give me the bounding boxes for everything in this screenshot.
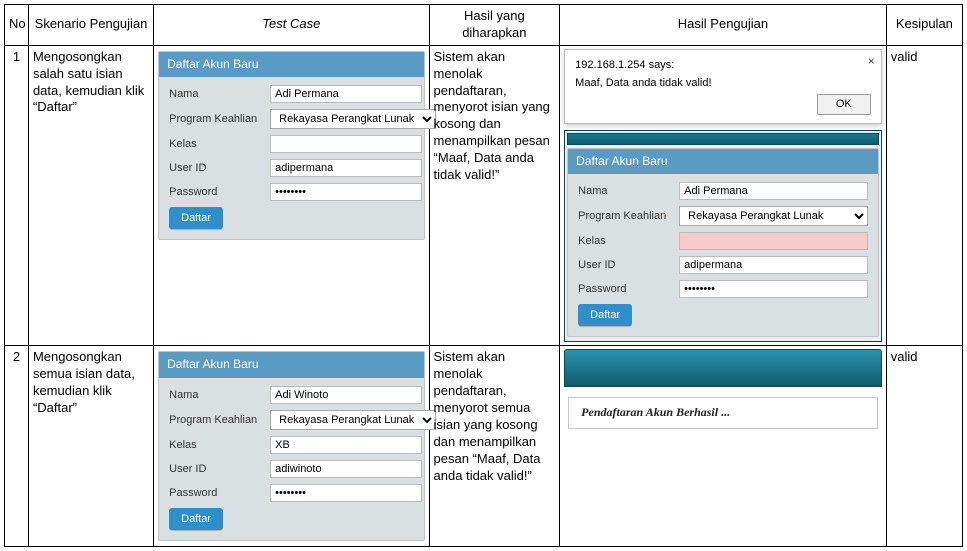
form-title: Daftar Akun Baru (159, 352, 423, 378)
prog-select[interactable]: Rekayasa Perangkat Lunak (679, 206, 868, 226)
password-field[interactable] (270, 484, 422, 502)
label-pwd: Password (578, 282, 673, 296)
cell-skenario: Mengosongkan semua isian data, kemudian … (28, 346, 153, 547)
header-expected: Hasil yang diharapkan (429, 5, 560, 46)
nama-field[interactable] (679, 182, 868, 200)
header-result: Hasil Pengujian (560, 5, 887, 46)
form-card-tc-2: Daftar Akun Baru Nama Program Keahlian R… (158, 351, 424, 541)
form-card-result-1: Daftar Akun Baru Nama Program Keahlian R… (567, 148, 879, 338)
form-title: Daftar Akun Baru (159, 52, 423, 78)
userid-field[interactable] (679, 256, 868, 274)
ok-button[interactable]: OK (817, 94, 871, 114)
label-prog: Program Keahlian (578, 209, 673, 223)
cell-no: 2 (5, 346, 29, 547)
success-message: Pendaftaran Akun Berhasil ... (568, 397, 878, 429)
daftar-button[interactable]: Daftar (169, 508, 223, 530)
label-kelas: Kelas (169, 137, 264, 151)
result-frame: Daftar Akun Baru Nama Program Keahlian R… (564, 130, 882, 343)
table-row: 2 Mengosongkan semua isian data, kemudia… (5, 346, 963, 547)
cell-result: × 192.168.1.254 says: Maaf, Data anda ti… (560, 45, 887, 345)
kelas-field[interactable] (679, 232, 868, 250)
label-nama: Nama (578, 184, 673, 198)
label-prog: Program Keahlian (169, 112, 264, 126)
label-uid: User ID (169, 462, 264, 476)
teal-strip (567, 133, 879, 145)
header-skenario: Skenario Pengujian (28, 5, 153, 46)
kelas-field[interactable] (270, 135, 422, 153)
label-pwd: Password (169, 185, 264, 199)
nama-field[interactable] (270, 85, 422, 103)
form-card-tc-1: Daftar Akun Baru Nama Program Keahlian R… (158, 51, 424, 241)
password-field[interactable] (679, 280, 868, 298)
label-uid: User ID (169, 161, 264, 175)
daftar-button[interactable]: Daftar (169, 207, 223, 229)
header-conclusion: Kesipulan (886, 5, 962, 46)
nama-field[interactable] (270, 386, 422, 404)
userid-field[interactable] (270, 460, 422, 478)
alert-origin: 192.168.1.254 says: (575, 58, 871, 72)
result-header-bar (564, 349, 882, 387)
test-table: No Skenario Pengujian Test Case Hasil ya… (4, 4, 963, 547)
cell-result: Pendaftaran Akun Berhasil ... (560, 346, 887, 547)
label-nama: Nama (169, 87, 264, 101)
kelas-field[interactable] (270, 436, 422, 454)
prog-select[interactable]: Rekayasa Perangkat Lunak (270, 109, 436, 129)
header-testcase: Test Case (154, 5, 429, 46)
cell-testcase: Daftar Akun Baru Nama Program Keahlian R… (154, 346, 429, 547)
label-prog: Program Keahlian (169, 413, 264, 427)
daftar-button[interactable]: Daftar (578, 304, 632, 326)
userid-field[interactable] (270, 159, 422, 177)
cell-expected: Sistem akan menolak pendaftaran, menyoro… (429, 45, 560, 345)
header-no: No (5, 5, 29, 46)
cell-no: 1 (5, 45, 29, 345)
label-kelas: Kelas (169, 438, 264, 452)
cell-expected: Sistem akan menolak pendaftaran, menyoro… (429, 346, 560, 547)
cell-conclusion: valid (886, 346, 962, 547)
table-row: 1 Mengosongkan salah satu isian data, ke… (5, 45, 963, 345)
form-title: Daftar Akun Baru (568, 149, 878, 175)
label-uid: User ID (578, 258, 673, 272)
prog-select[interactable]: Rekayasa Perangkat Lunak (270, 410, 436, 430)
alert-message: Maaf, Data anda tidak valid! (575, 76, 871, 90)
label-pwd: Password (169, 486, 264, 500)
cell-testcase: Daftar Akun Baru Nama Program Keahlian R… (154, 45, 429, 345)
cell-skenario: Mengosongkan salah satu isian data, kemu… (28, 45, 153, 345)
cell-conclusion: valid (886, 45, 962, 345)
label-kelas: Kelas (578, 234, 673, 248)
alert-dialog: × 192.168.1.254 says: Maaf, Data anda ti… (564, 49, 882, 124)
password-field[interactable] (270, 183, 422, 201)
label-nama: Nama (169, 388, 264, 402)
close-icon[interactable]: × (868, 54, 875, 70)
